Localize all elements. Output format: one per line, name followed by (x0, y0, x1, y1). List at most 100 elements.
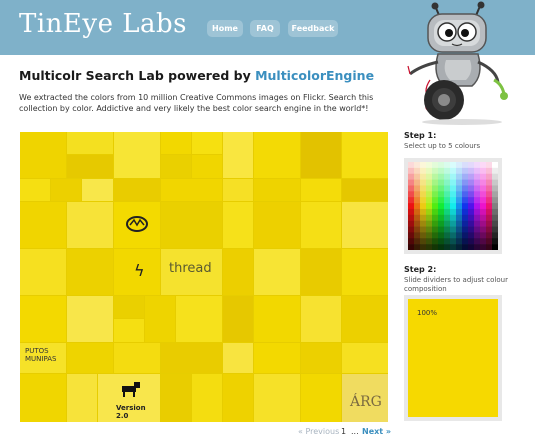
color-swatch[interactable] (444, 162, 451, 169)
color-swatch[interactable] (468, 238, 475, 245)
result-image[interactable] (301, 249, 341, 295)
color-swatch[interactable] (414, 173, 421, 180)
color-swatch[interactable] (456, 185, 463, 192)
color-swatch[interactable] (414, 214, 421, 221)
color-swatch[interactable] (456, 232, 463, 239)
result-image[interactable]: thread (161, 249, 222, 295)
result-image[interactable] (223, 132, 253, 178)
color-composition-box[interactable]: 100% (404, 295, 502, 421)
result-image[interactable] (67, 249, 113, 295)
color-swatch[interactable] (438, 173, 445, 180)
color-swatch[interactable] (474, 203, 481, 210)
result-image[interactable] (20, 296, 66, 342)
color-swatch[interactable] (426, 173, 433, 180)
color-swatch[interactable] (474, 238, 481, 245)
color-swatch[interactable] (486, 162, 493, 169)
color-swatch[interactable] (474, 208, 481, 216)
color-swatch[interactable] (462, 167, 469, 175)
color-swatch[interactable] (408, 244, 415, 250)
color-swatch[interactable] (480, 167, 487, 175)
color-swatch[interactable] (492, 173, 498, 180)
color-swatch[interactable] (486, 203, 493, 210)
result-image[interactable] (192, 132, 222, 154)
color-swatch[interactable] (462, 232, 469, 239)
color-swatch[interactable] (492, 191, 498, 198)
color-swatch[interactable] (432, 232, 439, 239)
result-image[interactable] (161, 202, 222, 248)
color-swatch[interactable] (450, 226, 457, 233)
color-swatch[interactable] (450, 208, 457, 216)
result-image[interactable] (67, 202, 113, 248)
color-swatch[interactable] (420, 203, 427, 210)
color-swatch[interactable] (408, 179, 415, 186)
result-image[interactable] (254, 202, 300, 248)
color-swatch[interactable] (474, 162, 481, 169)
color-swatch[interactable] (450, 167, 457, 175)
color-swatch[interactable] (420, 238, 427, 245)
result-image[interactable] (342, 202, 388, 248)
color-swatch[interactable] (468, 226, 475, 233)
color-swatch[interactable] (480, 191, 487, 198)
result-image[interactable] (20, 374, 66, 422)
color-swatch[interactable] (492, 179, 498, 186)
color-swatch[interactable] (420, 220, 427, 227)
color-swatch[interactable] (444, 238, 451, 245)
result-image[interactable]: PUTOS MUNIPAS (20, 343, 66, 373)
color-swatch[interactable] (456, 162, 463, 169)
color-swatch[interactable] (408, 173, 415, 180)
nav-faq-button[interactable]: FAQ (250, 20, 280, 37)
color-swatch[interactable] (420, 232, 427, 239)
result-image[interactable] (20, 202, 66, 248)
color-swatch[interactable] (432, 162, 439, 169)
result-image[interactable] (301, 296, 341, 342)
color-swatch[interactable] (462, 179, 469, 186)
result-image[interactable] (342, 249, 388, 295)
color-swatch[interactable] (420, 185, 427, 192)
color-swatch[interactable] (432, 173, 439, 180)
color-swatch[interactable] (480, 220, 487, 227)
color-swatch[interactable] (480, 208, 487, 216)
result-image[interactable] (114, 202, 160, 248)
color-swatch[interactable] (438, 220, 445, 227)
color-swatch[interactable] (486, 173, 493, 180)
color-swatch[interactable] (408, 185, 415, 192)
color-swatch[interactable] (426, 162, 433, 169)
color-swatch[interactable] (462, 214, 469, 221)
result-image[interactable] (301, 179, 341, 201)
color-swatch[interactable] (408, 214, 415, 221)
color-swatch[interactable] (468, 232, 475, 239)
color-swatch[interactable] (414, 208, 421, 216)
color-swatch[interactable] (420, 226, 427, 233)
color-swatch[interactable] (456, 208, 463, 216)
color-swatch[interactable] (444, 203, 451, 210)
color-swatch[interactable] (468, 197, 475, 204)
color-swatch[interactable] (486, 167, 493, 175)
color-swatch[interactable] (444, 214, 451, 221)
color-swatch[interactable] (450, 244, 457, 250)
color-swatch[interactable] (426, 203, 433, 210)
color-swatch[interactable] (474, 244, 481, 250)
color-swatch[interactable] (456, 191, 463, 198)
color-swatch[interactable] (492, 226, 498, 233)
color-swatch[interactable] (438, 226, 445, 233)
color-swatch[interactable] (468, 185, 475, 192)
color-swatch[interactable] (450, 179, 457, 186)
color-swatch[interactable] (486, 208, 493, 216)
color-swatch[interactable] (450, 162, 457, 169)
color-swatch[interactable] (444, 226, 451, 233)
result-image[interactable] (301, 374, 341, 422)
result-image[interactable] (67, 132, 113, 154)
result-image[interactable] (114, 343, 160, 373)
color-swatch[interactable] (438, 179, 445, 186)
color-swatch[interactable] (468, 214, 475, 221)
result-image[interactable] (301, 202, 341, 248)
color-swatch[interactable] (468, 208, 475, 216)
color-swatch[interactable] (456, 203, 463, 210)
color-swatch[interactable] (474, 191, 481, 198)
color-swatch[interactable] (438, 167, 445, 175)
result-image[interactable] (114, 296, 144, 318)
color-swatch[interactable] (468, 179, 475, 186)
color-swatch[interactable] (456, 197, 463, 204)
color-swatch[interactable] (486, 232, 493, 239)
color-swatch[interactable] (468, 244, 475, 250)
